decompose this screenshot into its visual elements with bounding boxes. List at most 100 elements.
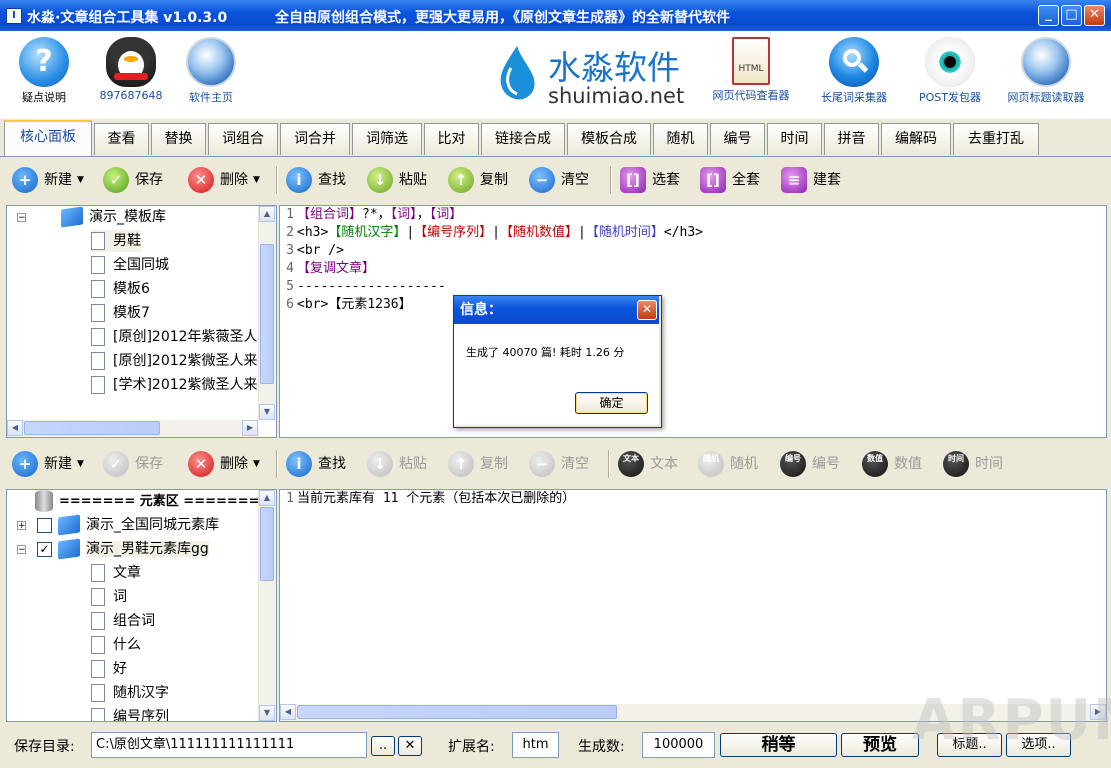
tree-expander[interactable]: +	[17, 521, 26, 531]
homepage-link[interactable]: 软件主页	[171, 33, 251, 105]
tree-item[interactable]: 全国同城	[91, 254, 169, 276]
globe-icon	[186, 37, 236, 87]
find-button[interactable]: i 查找	[286, 166, 346, 194]
preview-button[interactable]: 预览	[841, 733, 919, 757]
tree-item[interactable]: 男鞋	[91, 230, 141, 252]
document-icon	[91, 280, 105, 298]
element-lib-item[interactable]: ✓ 演示_男鞋元素库gg	[37, 538, 209, 560]
lib-checkbox[interactable]	[37, 517, 52, 533]
save-dir-input[interactable]: C:\原创文章\111111111111111	[91, 732, 367, 758]
maximize-button[interactable]: □	[1061, 5, 1082, 26]
tree-hscrollbar[interactable]: ◀ ▶	[7, 420, 259, 437]
tree-item[interactable]: [原创]2012年紫薇圣人	[91, 326, 258, 348]
tree-item[interactable]: 编号序列	[91, 706, 169, 721]
tree-item[interactable]: 好	[91, 658, 127, 680]
dialog-title[interactable]: 信息：	[454, 296, 659, 324]
tab-dedupe-shuffle[interactable]: 去重打乱	[953, 123, 1039, 155]
find-element-button[interactable]: i 查找	[286, 450, 346, 478]
save-template-button[interactable]: ✓ 保存	[103, 166, 163, 194]
scroll-up-icon[interactable]: ▲	[259, 206, 275, 222]
tree-item[interactable]: 随机汉字	[91, 682, 169, 704]
clear-dir-button[interactable]: ✕	[398, 736, 422, 756]
tree-item[interactable]: 模板7	[91, 302, 150, 324]
browse-button[interactable]: ..	[371, 736, 395, 756]
tab-word-merge[interactable]: 词合并	[280, 123, 350, 155]
tree-item[interactable]: 什么	[91, 634, 141, 656]
insert-random-button[interactable]: 随机 随机	[698, 450, 758, 478]
all-set-button[interactable]: [] 全套	[700, 166, 760, 194]
copy-button[interactable]: ↑ 复制	[448, 166, 508, 194]
tab-random[interactable]: 随机	[653, 123, 708, 155]
template-lib-root[interactable]: 演示_模板库	[61, 206, 166, 228]
tab-core-panel[interactable]: 核心面板	[4, 120, 92, 156]
html-viewer-link[interactable]: HTML 网页代码查看器	[708, 33, 794, 103]
tree-expander[interactable]: −	[17, 545, 26, 555]
tab-encode-decode[interactable]: 编解码	[881, 123, 951, 155]
dialog-close-button[interactable]: ✕	[637, 300, 657, 320]
clear-element-button[interactable]: − 清空	[529, 450, 589, 478]
tree-item[interactable]: 文章	[91, 562, 141, 584]
save-element-button[interactable]: ✓ 保存	[103, 450, 163, 478]
minimize-button[interactable]: _	[1038, 5, 1059, 26]
tab-replace[interactable]: 替换	[151, 123, 206, 155]
post-sender-link[interactable]: POST发包器	[910, 33, 990, 105]
build-set-button[interactable]: ≡ 建套	[781, 166, 841, 194]
count-input[interactable]: 100000	[642, 732, 715, 758]
clear-button[interactable]: − 清空	[529, 166, 589, 194]
delete-element-button[interactable]: ✕ 删除 ▼	[188, 450, 260, 478]
paste-element-button[interactable]: ↓ 粘贴	[367, 450, 427, 478]
scroll-left-icon[interactable]: ◀	[7, 420, 23, 436]
insert-number-button[interactable]: 编号 编号	[780, 450, 840, 478]
window-slogan: 全自由原创组合模式，更强大更易用，《原创文章生成器》的全新替代软件	[275, 10, 730, 26]
element-lib-item[interactable]: 演示_全国同城元素库	[37, 514, 219, 536]
delete-template-button[interactable]: ✕ 删除 ▼	[188, 166, 260, 194]
title-reader-link[interactable]: 网页标题读取器	[1002, 33, 1090, 105]
random-tag-icon: 随机	[698, 451, 724, 477]
close-button[interactable]: ✕	[1084, 5, 1105, 26]
tab-template-compose[interactable]: 模板合成	[567, 123, 651, 155]
template-editor[interactable]: 1 【组合词】?*，【词】，【词】 2 <h3>【随机汉字】|【编号序列】|【随机数值…	[279, 205, 1107, 438]
lib-checkbox[interactable]: ✓	[37, 541, 52, 557]
scroll-left-icon[interactable]: ◀	[280, 704, 296, 720]
qq-link[interactable]: 897687648	[91, 33, 171, 102]
paste-button[interactable]: ↓ 粘贴	[367, 166, 427, 194]
tab-compare[interactable]: 比对	[424, 123, 479, 155]
new-element-button[interactable]: + 新建 ▼	[12, 450, 84, 478]
insert-value-button[interactable]: 数值 数值	[862, 450, 922, 478]
insert-text-button[interactable]: 文本 文本	[618, 450, 678, 478]
scroll-up-icon[interactable]: ▲	[259, 490, 275, 506]
tree-item[interactable]: [学术]2012紫微圣人来	[91, 374, 258, 396]
generate-wait-button[interactable]: 稍等	[720, 733, 837, 757]
scroll-down-icon[interactable]: ▼	[259, 404, 275, 420]
help-link[interactable]: ? 疑点说明	[4, 33, 84, 105]
dialog-ok-button[interactable]: 确定	[575, 392, 648, 414]
copy-element-button[interactable]: ↑ 复制	[448, 450, 508, 478]
scroll-thumb[interactable]	[24, 421, 160, 435]
scroll-thumb[interactable]	[297, 705, 617, 719]
extension-input[interactable]: htm	[512, 732, 559, 758]
element-tree-vscrollbar[interactable]: ▲ ▼	[258, 490, 276, 721]
tree-item[interactable]: 模板6	[91, 278, 150, 300]
longtail-collector-link[interactable]: 长尾词采集器	[812, 33, 896, 105]
tab-word-combine[interactable]: 词组合	[208, 123, 278, 155]
tab-time[interactable]: 时间	[767, 123, 822, 155]
scroll-thumb[interactable]	[260, 507, 274, 581]
scroll-right-icon[interactable]: ▶	[242, 420, 258, 436]
tree-item[interactable]: 组合词	[91, 610, 155, 632]
tab-link-compose[interactable]: 链接合成	[481, 123, 565, 155]
title-bar[interactable]: I 水淼·文章组合工具集 v1.0.3.0 全自由原创组合模式，更强大更易用，《…	[0, 0, 1111, 31]
tab-numbering[interactable]: 编号	[710, 123, 765, 155]
tree-expander[interactable]: −	[17, 213, 26, 223]
scroll-thumb[interactable]	[260, 244, 274, 384]
new-template-button[interactable]: + 新建 ▼	[12, 166, 84, 194]
tree-vscrollbar[interactable]: ▲ ▼	[258, 206, 276, 420]
tree-item[interactable]: 词	[91, 586, 127, 608]
scroll-down-icon[interactable]: ▼	[259, 705, 275, 721]
tab-view[interactable]: 查看	[94, 123, 149, 155]
tree-item[interactable]: [原创]2012紫微圣人来	[91, 350, 258, 372]
tab-word-filter[interactable]: 词筛选	[352, 123, 422, 155]
insert-time-button[interactable]: 时间 时间	[943, 450, 1003, 478]
tab-pinyin[interactable]: 拼音	[824, 123, 879, 155]
select-set-button[interactable]: [] 选套	[620, 166, 680, 194]
arrow-down-icon: ↓	[367, 167, 393, 193]
